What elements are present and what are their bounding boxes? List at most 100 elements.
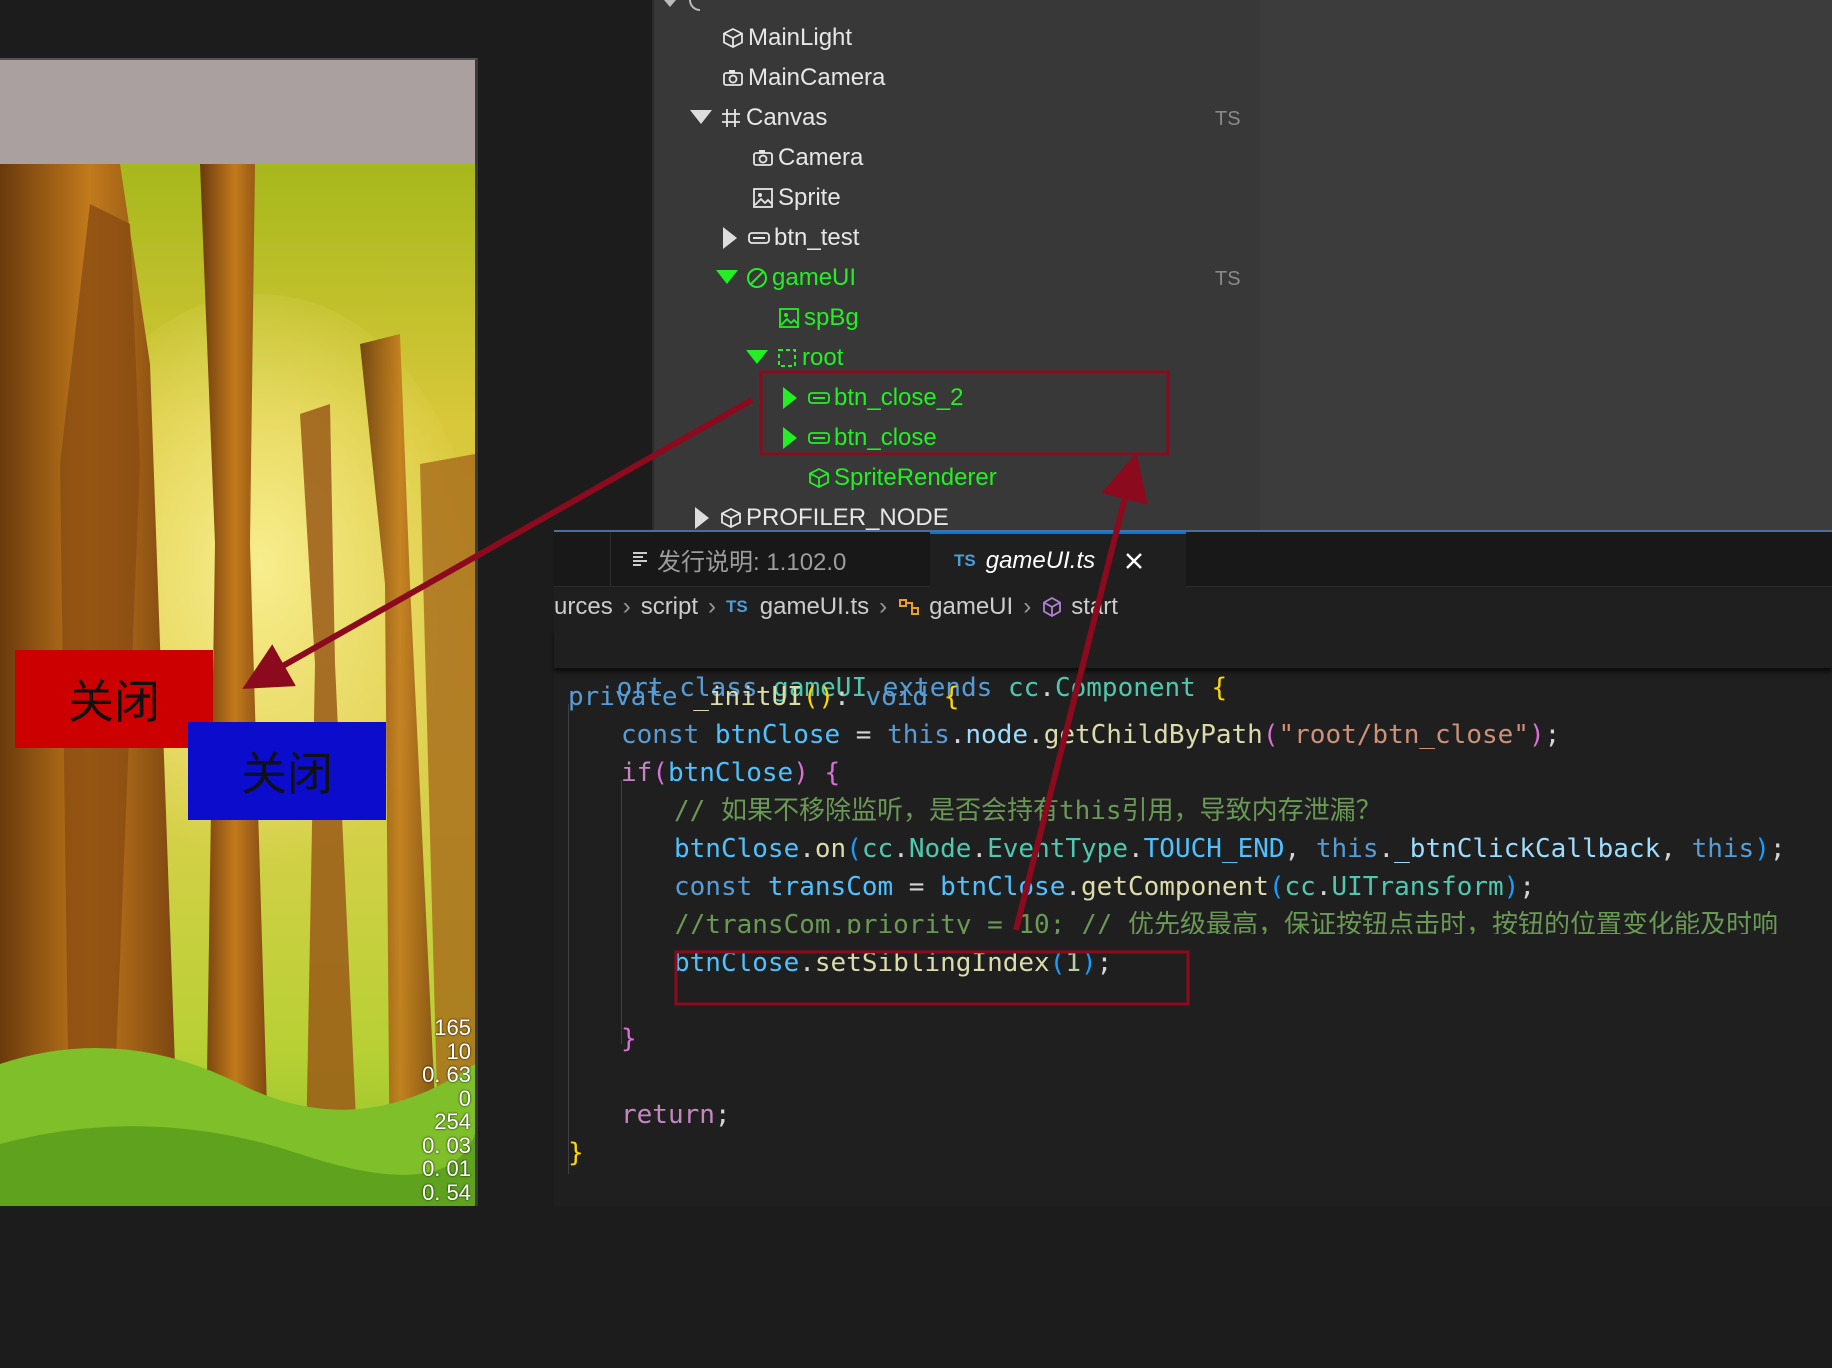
code-token: (: [1049, 948, 1066, 978]
code-token: (: [1268, 872, 1285, 902]
breadcrumb-item[interactable]: script: [641, 593, 698, 621]
code-area[interactable]: private _initUI(): void { const btnClose…: [554, 678, 1832, 1198]
stat-value: 165: [434, 1015, 471, 1040]
collapsed-arrow-icon[interactable]: [690, 507, 712, 529]
close-button-red[interactable]: 关闭: [15, 650, 213, 748]
code-token: =: [893, 872, 941, 902]
code-token: {: [943, 682, 960, 712]
node-label: PROFILER_NODE: [746, 504, 949, 531]
code-token: this: [1691, 834, 1755, 864]
code-token: .: [893, 834, 909, 864]
code-token: TOUCH_END: [1143, 834, 1285, 864]
code-token: "root/btn_close": [1278, 720, 1529, 750]
code-token: btnClose: [714, 720, 841, 750]
code-line: btnClose.setSiblingIndex(1);: [674, 944, 1112, 982]
code-token: btnClose: [940, 872, 1066, 902]
hierarchy-node-btn-close[interactable]: btn_close: [778, 418, 937, 458]
code-token: btnClose: [674, 948, 800, 978]
close-icon[interactable]: [1125, 552, 1143, 570]
breadcrumb: urces › script › TS gameUI.ts › gameUI ›…: [554, 586, 1118, 628]
code-token: void: [865, 682, 929, 712]
ts-icon: TS: [954, 551, 976, 570]
code-comment: //transCom.priority = 10; // 优先级最高，保证按钮点…: [674, 910, 1778, 934]
hierarchy-node-camera[interactable]: Camera: [750, 138, 863, 178]
button-icon: [806, 427, 832, 449]
code-token: .: [949, 720, 966, 750]
code-token: ;: [1519, 872, 1535, 902]
node-label: MainCamera: [748, 64, 886, 91]
hierarchy-node-spbg[interactable]: spBg: [776, 298, 859, 338]
stat-value: 254: [434, 1109, 471, 1134]
hierarchy-node-btn-test[interactable]: btn_test: [718, 218, 859, 258]
hierarchy-node-root[interactable]: root: [746, 338, 843, 378]
code-token: (: [1262, 720, 1279, 750]
code-line: //transCom.priority = 10; // 优先级最高，保证按钮点…: [674, 906, 1778, 934]
hierarchy-node-spriterenderer[interactable]: SpriteRenderer: [806, 458, 997, 498]
code-token: =: [840, 720, 888, 750]
code-token: .: [799, 834, 815, 864]
tab-gameui-ts[interactable]: TS gameUI.ts: [930, 532, 1186, 588]
hierarchy-node-gameui[interactable]: gameUI: [716, 258, 856, 298]
code-token: ): [1503, 872, 1520, 902]
expanded-arrow-icon[interactable]: [716, 270, 738, 286]
hierarchy-node-canvas[interactable]: Canvas: [690, 98, 827, 138]
node-label: Sprite: [778, 184, 841, 211]
image-icon: [776, 307, 802, 329]
close-button-blue[interactable]: 关闭: [188, 722, 386, 820]
code-token: .: [799, 948, 815, 978]
code-line: // 如果不移除监听，是否会持有this引用，导致内存泄漏？: [674, 792, 1382, 830]
hierarchy-node-sprite[interactable]: Sprite: [750, 178, 841, 218]
stat-value: 0. 03: [422, 1132, 471, 1158]
collapse-arrow-icon[interactable]: [660, 0, 700, 14]
code-line: return;: [621, 1096, 731, 1134]
collapsed-arrow-icon[interactable]: [778, 387, 800, 409]
code-line: }: [568, 1134, 584, 1172]
stat-value: 10: [446, 1038, 471, 1064]
code-token: ;: [1769, 834, 1786, 864]
class-icon: [897, 596, 921, 618]
breadcrumb-item[interactable]: urces: [554, 593, 613, 621]
camera-icon: [720, 67, 746, 89]
code-token: ,: [1660, 834, 1692, 864]
code-token: on: [814, 834, 847, 864]
inspector-panel: [1260, 0, 1832, 530]
grid-icon: [718, 107, 744, 129]
code-token: this: [887, 720, 950, 750]
code-token: getChildByPath: [1043, 720, 1263, 750]
code-token: this: [1315, 834, 1379, 864]
code-token: const: [674, 872, 768, 902]
breadcrumb-item[interactable]: start: [1071, 593, 1118, 621]
tab-release-notes[interactable]: 发行说明: 1.102.0: [610, 532, 903, 586]
node-label: btn_close_2: [834, 384, 964, 411]
code-token: node: [965, 720, 1029, 750]
collapsed-arrow-icon[interactable]: [778, 427, 800, 449]
code-token: cc: [1284, 872, 1316, 902]
button-icon: [746, 227, 772, 249]
code-token: const: [621, 720, 715, 750]
code-token: :: [834, 682, 866, 712]
code-line: private _initUI(): void {: [568, 678, 959, 716]
hierarchy-node-mainlight[interactable]: MainLight: [720, 18, 852, 58]
code-token: cc: [861, 834, 894, 864]
code-token: Node: [908, 834, 972, 864]
code-token: .: [1315, 872, 1332, 902]
ts-icon: TS: [726, 597, 748, 616]
breadcrumb-item[interactable]: gameUI.ts: [760, 593, 869, 621]
hierarchy-node-maincamera[interactable]: MainCamera: [720, 58, 885, 98]
code-token: EventType: [987, 834, 1128, 864]
hierarchy-node-btn-close-2[interactable]: btn_close_2: [778, 378, 963, 418]
expanded-arrow-icon[interactable]: [690, 110, 712, 126]
code-token: .: [1065, 872, 1082, 902]
breadcrumb-item[interactable]: gameUI: [929, 593, 1013, 621]
code-token: ;: [1096, 948, 1113, 978]
node-label: SpriteRenderer: [834, 464, 997, 491]
code-token: .: [1378, 834, 1395, 864]
collapsed-arrow-icon[interactable]: [718, 227, 740, 249]
node-label: MainLight: [748, 24, 853, 51]
image-icon: [750, 187, 776, 209]
chevron-right-icon: ›: [622, 593, 631, 620]
tab-label: 发行说明: 1.102.0: [657, 548, 847, 576]
expanded-arrow-icon[interactable]: [746, 350, 768, 366]
